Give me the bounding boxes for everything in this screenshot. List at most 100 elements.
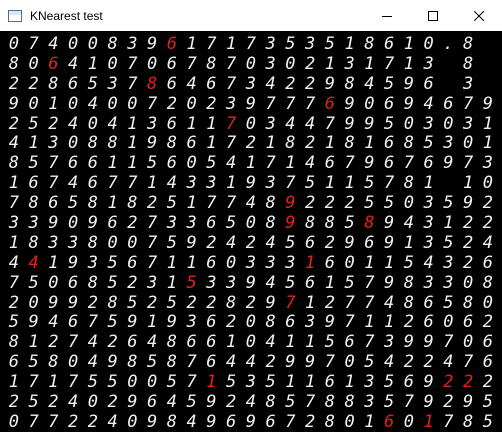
digit-cell: 0 <box>245 213 256 234</box>
digit-cell: 7 <box>186 53 197 74</box>
digit-cell: 1 <box>324 173 335 194</box>
title-bar[interactable]: KNearest test <box>0 0 502 31</box>
digit-cell: 7 <box>364 332 375 353</box>
digit-cell: 8 <box>107 133 118 154</box>
digit-cell: 0 <box>68 213 79 234</box>
digit-cell: 6 <box>463 312 474 333</box>
digit-cell: 6 <box>107 213 118 234</box>
digit-cell: 6 <box>482 352 493 373</box>
digit-cell: 3 <box>443 133 454 154</box>
digit-cell: 2 <box>147 193 158 214</box>
digit-cell: 3 <box>226 272 237 293</box>
digit-cell: 3 <box>245 73 256 94</box>
digit-cell: 3 <box>48 133 59 154</box>
digit-cell: 0 <box>344 411 355 432</box>
digit-cell: 1 <box>186 113 197 134</box>
digit-cell: 8 <box>28 193 39 214</box>
digit-misclassified: 6 <box>324 93 335 114</box>
digit-cell: 1 <box>87 53 98 74</box>
digit-cell: 3 <box>107 73 118 94</box>
digit-cell: 7 <box>443 411 454 432</box>
minimize-button[interactable] <box>364 0 410 31</box>
digit-cell: 5 <box>344 272 355 293</box>
digit-cell: 6 <box>482 252 493 273</box>
digit-cell: 9 <box>463 392 474 413</box>
digit-cell: 3 <box>285 252 296 273</box>
digit-cell: 2 <box>8 73 19 94</box>
digit-cell: 1 <box>364 312 375 333</box>
digit-cell: 4 <box>265 332 276 353</box>
digit-cell: 3 <box>127 34 138 54</box>
digit-cell: 9 <box>423 392 434 413</box>
digit-cell: 4 <box>423 252 434 273</box>
digit-cell: 6 <box>206 352 217 373</box>
digit-misclassified: 6 <box>48 53 59 74</box>
digit-cell: 1 <box>482 113 493 134</box>
digit-cell: 5 <box>443 292 454 313</box>
digit-cell: 1 <box>48 372 59 393</box>
maximize-button[interactable] <box>410 0 456 31</box>
digit-cell: 0 <box>245 312 256 333</box>
digit-cell: 5 <box>166 193 177 214</box>
digit-cell <box>439 55 459 75</box>
digit-cell: 4 <box>48 312 59 333</box>
digit-cell: 4 <box>443 352 454 373</box>
digit-cell: 6 <box>265 411 276 432</box>
digit-cell: 5 <box>107 272 118 293</box>
digit-cell: 3 <box>463 113 474 134</box>
digit-cell: 3 <box>423 272 434 293</box>
digit-cell: 5 <box>28 272 39 293</box>
digit-cell: 8 <box>8 332 19 353</box>
digit-cell: 1 <box>166 272 177 293</box>
digit-cell: 9 <box>384 213 395 234</box>
digit-cell: 1 <box>8 372 19 393</box>
digit-cell: 3 <box>482 153 493 174</box>
digit-cell: 7 <box>285 93 296 114</box>
digit-cell: 6 <box>482 332 493 353</box>
digit-cell: 7 <box>28 34 39 54</box>
window-controls <box>364 0 502 31</box>
digit-cell: 1 <box>127 133 138 154</box>
digit-cell: 2 <box>127 272 138 293</box>
digit-cell: 6 <box>186 332 197 353</box>
digit-cell: 7 <box>8 193 19 214</box>
digit-cell: 9 <box>403 93 414 114</box>
digit-cell: 1 <box>344 173 355 194</box>
digit-cell: 7 <box>147 252 158 273</box>
digit-cell: 1 <box>285 372 296 393</box>
digit-cell: 2 <box>87 411 98 432</box>
digit-cell: 5 <box>265 372 276 393</box>
digit-cell: 0 <box>68 34 79 54</box>
digit-cell: 3 <box>364 372 375 393</box>
digit-cell: 3 <box>265 113 276 134</box>
digit-cell: 2 <box>482 213 493 234</box>
digit-cell: 9 <box>463 193 474 214</box>
close-icon <box>474 10 484 21</box>
digit-cell: 3 <box>28 213 39 234</box>
digit-cell: 2 <box>324 193 335 214</box>
digit-cell: 6 <box>206 312 217 333</box>
digit-cell: 8 <box>305 213 316 234</box>
digit-cell: 0 <box>443 312 454 333</box>
digit-cell: 5 <box>384 372 395 393</box>
digit-cell: 6 <box>206 73 217 94</box>
digit-cell: 2 <box>265 352 276 373</box>
digit-cell: 2 <box>206 292 217 313</box>
digit-cell: 5 <box>384 73 395 94</box>
digit-cell: 0 <box>147 53 158 74</box>
digit-cell: 7 <box>48 173 59 194</box>
digit-cell: 1 <box>305 292 316 313</box>
digit-cell: 0 <box>127 93 138 114</box>
digit-cell: 1 <box>285 153 296 174</box>
digit-cell: 9 <box>186 232 197 253</box>
digit-cell: 6 <box>423 292 434 313</box>
digit-cell: 1 <box>226 173 237 194</box>
digit-cell: 6 <box>206 332 217 353</box>
digit-misclassified: 9 <box>285 193 296 214</box>
close-button[interactable] <box>456 0 502 31</box>
digit-cell: 5 <box>28 113 39 134</box>
digit-cell: 6 <box>127 252 138 273</box>
digit-cell: 6 <box>166 113 177 134</box>
digit-cell: 1 <box>443 213 454 234</box>
digit-cell: 0 <box>245 332 256 353</box>
